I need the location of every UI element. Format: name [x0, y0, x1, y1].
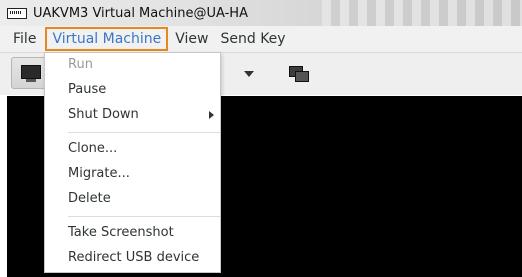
menu-item-pause[interactable]: Pause — [45, 78, 220, 102]
title-bar: UAKVM3 Virtual Machine@UA-HA — [0, 0, 522, 26]
menu-item-shut-down-label: Shut Down — [68, 107, 139, 122]
menu-separator — [68, 216, 220, 217]
screens-icon[interactable] — [289, 65, 309, 83]
virtual-machine-menu: Run Pause Shut Down Clone... Migrate... … — [44, 52, 221, 273]
submenu-arrow-icon — [209, 111, 214, 119]
menu-view[interactable]: View — [169, 27, 214, 51]
menu-item-take-screenshot[interactable]: Take Screenshot — [45, 221, 220, 245]
menu-separator — [68, 132, 220, 133]
menu-file[interactable]: File — [7, 27, 42, 51]
menu-item-delete[interactable]: Delete — [45, 187, 220, 211]
window-title: UAKVM3 Virtual Machine@UA-HA — [33, 5, 248, 21]
menu-item-shut-down[interactable]: Shut Down — [45, 103, 220, 127]
menu-send-key[interactable]: Send Key — [214, 27, 291, 51]
menu-item-redirect-usb[interactable]: Redirect USB device — [45, 246, 220, 270]
dropdown-arrow-icon[interactable] — [244, 71, 254, 77]
menu-bar: File Virtual Machine View Send Key — [0, 26, 522, 53]
menu-virtual-machine[interactable]: Virtual Machine — [45, 27, 169, 51]
console-monitor-icon — [21, 65, 41, 82]
screen-front-shape — [295, 71, 309, 82]
menu-item-run: Run — [68, 57, 93, 72]
menu-item-clone[interactable]: Clone... — [45, 137, 220, 161]
app-icon — [7, 7, 27, 19]
menu-item-migrate[interactable]: Migrate... — [45, 162, 220, 186]
